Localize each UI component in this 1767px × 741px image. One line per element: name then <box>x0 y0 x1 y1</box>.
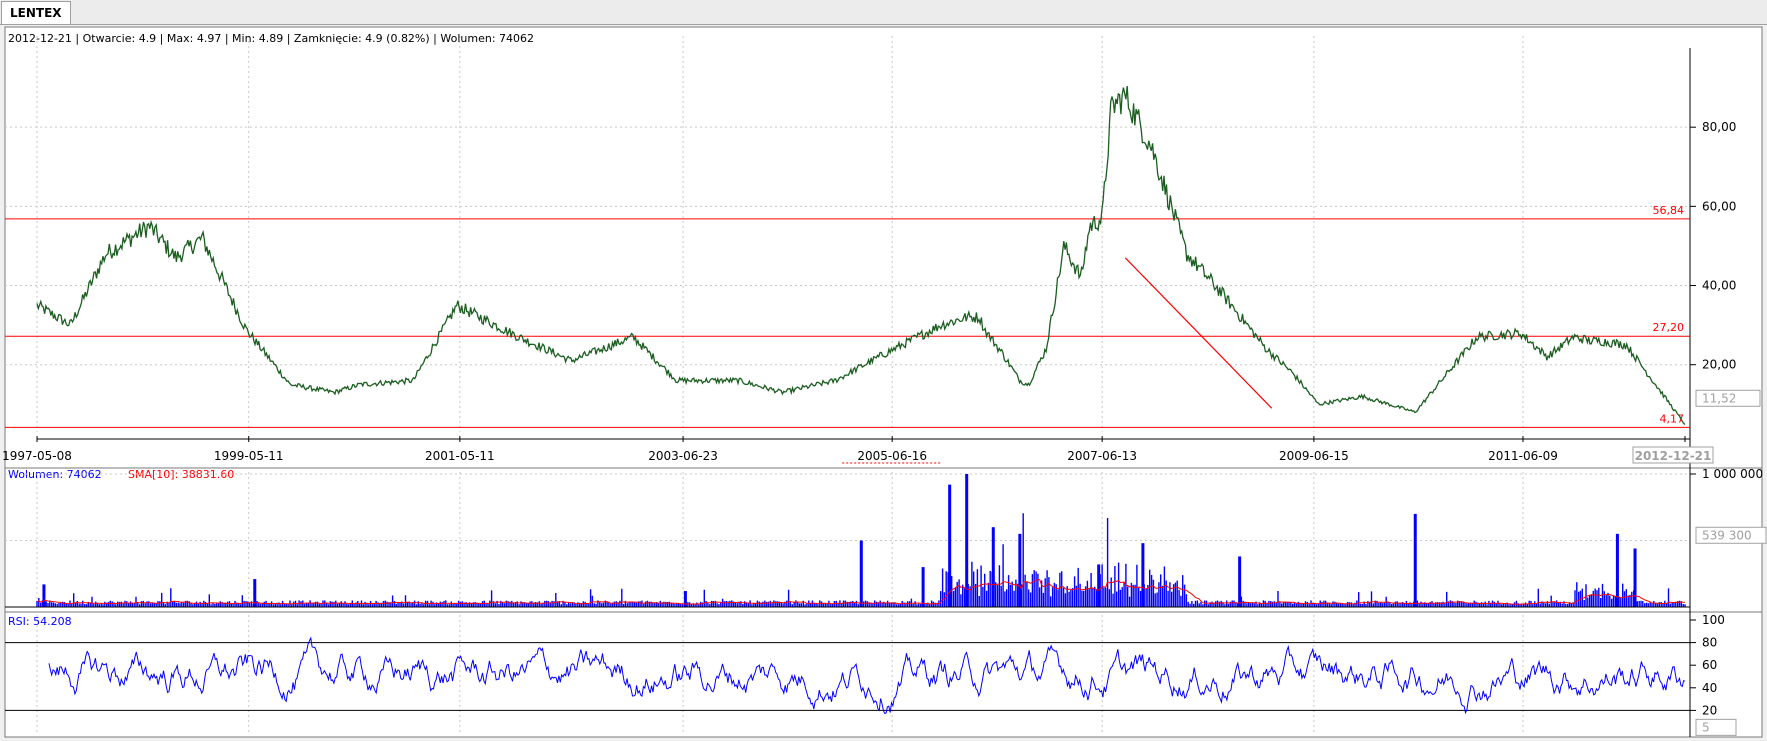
rsi-y-tick-label: 80 <box>1702 636 1717 650</box>
volume-spike-bar <box>948 484 952 607</box>
current-volume-label: 539 300 <box>1702 528 1752 542</box>
current-price-label: 11,52 <box>1702 391 1736 405</box>
volume-spike-bar <box>42 584 46 607</box>
x-tick-label: 2009-06-15 <box>1279 449 1349 463</box>
volume-spike-bar <box>965 474 969 607</box>
volume-spike-bar <box>991 527 995 607</box>
volume-y-tick-label: 1 000 000 <box>1702 467 1763 481</box>
x-tick-label: 2003-06-23 <box>648 449 718 463</box>
volume-spike-bar <box>1018 533 1022 607</box>
x-tick-label: 2001-05-11 <box>425 449 495 463</box>
level-label: 56,84 <box>1653 204 1685 217</box>
volume-spike-bar <box>1097 564 1101 607</box>
chart-area: 20,0040,0060,0080,0056,8427,204,1711,521… <box>2 26 1767 738</box>
rsi-y-tick-label: 60 <box>1702 658 1717 672</box>
x-tick-label: 1997-05-08 <box>2 449 72 463</box>
x-tick-label: 2005-06-16 <box>857 449 927 463</box>
ohlc-info: 2012-12-21 | Otwarcie: 4.9 | Max: 4.97 |… <box>8 32 534 45</box>
price-y-tick-label: 80,00 <box>1702 120 1736 134</box>
price-y-tick-label: 60,00 <box>1702 199 1736 213</box>
price-y-tick-label: 20,00 <box>1702 358 1736 372</box>
volume-spike-bar <box>683 591 687 607</box>
chart-frame <box>4 26 1763 738</box>
volume-spike-bar <box>1238 556 1242 607</box>
x-tick-label: 2011-06-09 <box>1488 449 1558 463</box>
rsi-y-tick-label: 40 <box>1702 681 1717 695</box>
level-label: 27,20 <box>1653 321 1685 334</box>
rsi-y-tick-label: 20 <box>1702 703 1717 717</box>
rsi-y-tick-label: 100 <box>1702 613 1725 627</box>
x-tick-label: 2012-12-21 <box>1635 449 1712 463</box>
rsi-legend: RSI: 54.208 <box>8 615 72 628</box>
volume-spike-bar <box>1615 533 1619 607</box>
current-rsi-label: 5 <box>1702 720 1710 734</box>
x-tick-label: 1999-05-11 <box>214 449 284 463</box>
volume-legend: Wolumen: 74062 <box>8 468 102 481</box>
price-y-tick-label: 40,00 <box>1702 279 1736 293</box>
x-tick-label: 2007-06-13 <box>1067 449 1137 463</box>
volume-spike-bar <box>1141 543 1145 607</box>
volume-spike-bar <box>1413 513 1417 607</box>
volume-spike-bar <box>1633 548 1637 607</box>
volume-spike-bar <box>859 540 863 607</box>
volume-spike-bar <box>921 567 925 607</box>
